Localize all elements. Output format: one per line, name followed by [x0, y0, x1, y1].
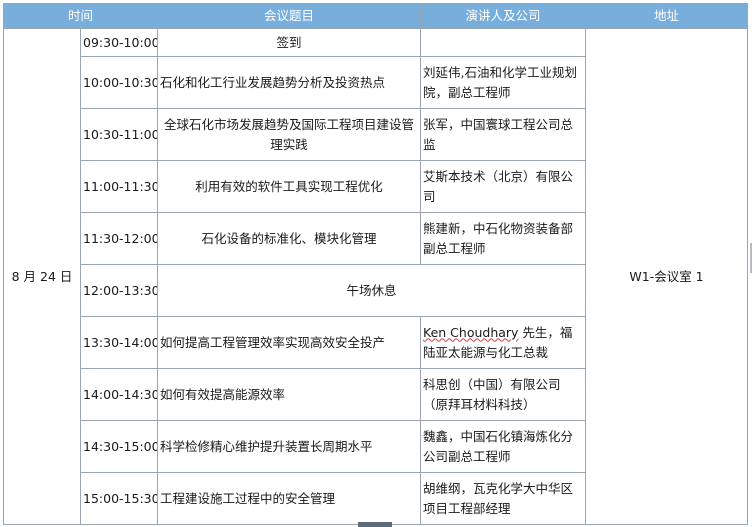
time-cell: 11:30-12:00: [79, 212, 159, 265]
header-topic: 会议题目: [157, 3, 422, 29]
date-cell: 8 月 24 日: [3, 28, 81, 525]
topic-cell: 利用有效的软件工具实现工程优化: [157, 160, 422, 213]
speaker-cell: 胡维纲，瓦克化学大中华区项目工程部经理: [420, 472, 587, 525]
time-cell: 15:00-15:30: [79, 472, 159, 525]
break-cell: 午场休息: [157, 264, 587, 317]
agenda-table: 时间 会议题目 演讲人及公司 地址 8 月 24 日 09:30-10:00 签…: [2, 3, 749, 525]
speaker-cell: 魏鑫，中国石化镇海炼化分公司副总工程师: [420, 420, 587, 473]
speaker-cell: 科思创（中国）有限公司（原拜耳材料科技）: [420, 368, 587, 421]
time-cell: 11:00-11:30: [79, 160, 159, 213]
horizontal-scrollbar-thumb[interactable]: [358, 522, 392, 527]
table-row: 8 月 24 日 09:30-10:00 签到 W1-会议室 1: [3, 28, 749, 525]
header-speaker: 演讲人及公司: [420, 3, 587, 29]
time-cell: 12:00-13:30: [79, 264, 159, 317]
topic-cell: 如何有效提高能源效率: [157, 368, 422, 421]
topic-cell: 全球石化市场发展趋势及国际工程项目建设管理实践: [157, 108, 422, 161]
location-cell: W1-会议室 1: [585, 28, 749, 525]
header-location: 地址: [585, 3, 749, 29]
topic-cell: 签到: [157, 28, 422, 57]
topic-cell: 工程建设施工过程中的安全管理: [157, 472, 422, 525]
header-row: 时间 会议题目 演讲人及公司 地址: [2, 3, 749, 29]
speaker-cell: 张军，中国寰球工程公司总监: [420, 108, 587, 161]
time-cell: 10:00-10:30: [79, 56, 159, 109]
topic-cell: 石化和化工行业发展趋势分析及投资热点: [157, 56, 422, 109]
speaker-cell: Ken Choudhary 先生，福陆亚太能源与化工总裁: [420, 316, 587, 369]
speaker-cell: [420, 28, 587, 57]
header-time: 时间: [2, 3, 159, 29]
time-cell: 10:30-11:00: [79, 108, 159, 161]
time-cell: 14:30-15:00: [79, 420, 159, 473]
topic-cell: 如何提高工程管理效率实现高效安全投产: [157, 316, 422, 369]
speaker-name: Ken Choudhary: [423, 324, 519, 340]
topic-cell: 科学检修精心维护提升装置长周期水平: [157, 420, 422, 473]
time-cell: 13:30-14:00: [79, 316, 159, 369]
time-cell: 14:00-14:30: [79, 368, 159, 421]
topic-cell: 石化设备的标准化、模块化管理: [157, 212, 422, 265]
time-cell: 09:30-10:00: [79, 28, 159, 57]
speaker-cell: 熊建新，中石化物资装备部副总工程师: [420, 212, 587, 265]
speaker-cell: 艾斯本技术（北京）有限公司: [420, 160, 587, 213]
speaker-cell: 刘延伟,石油和化学工业规划院，副总工程师: [420, 56, 587, 109]
